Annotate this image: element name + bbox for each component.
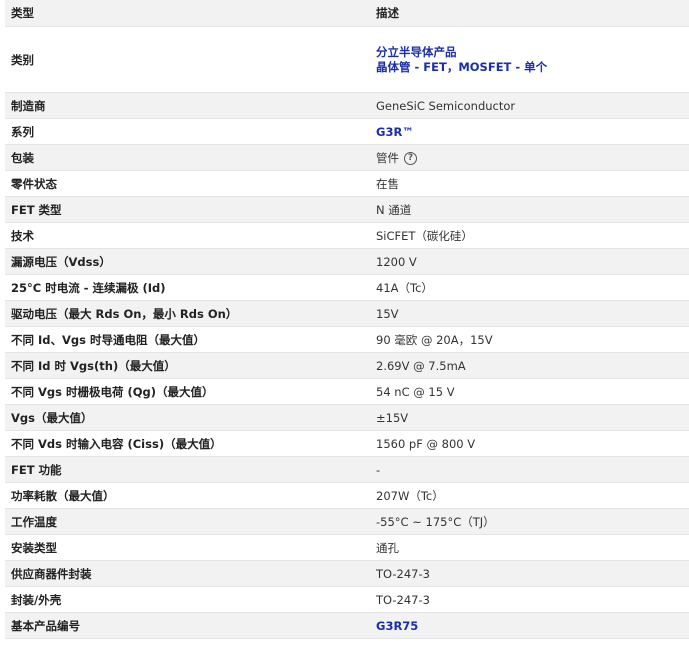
row-label-part-status: 零件状态 [11,176,57,191]
row-label-category: 类别 [11,52,34,67]
table-row: 驱动电压（最大 Rds On，最小 Rds On） 15V [5,301,689,327]
table-row: 功率耗散（最大值） 207W（Tc） [5,483,689,509]
row-label-packaging: 包装 [11,150,34,165]
table-row: 不同 Vgs 时栅极电荷 (Qg)（最大值） 54 nC @ 15 V [5,379,689,405]
row-value-ciss: 1560 pF @ 800 V [376,436,476,451]
row-label-fet-feature: FET 功能 [11,462,62,477]
row-value-drive-voltage: 15V [376,306,399,321]
category-link-discrete[interactable]: 分立半导体产品 [376,45,689,60]
row-label-base-part: 基本产品编号 [11,618,80,633]
row-label-vgs-max: Vgs（最大值） [11,410,93,425]
table-row: Vgs（最大值） ±15V [5,405,689,431]
help-circle-icon[interactable]: ? [404,151,417,165]
table-row: 漏源电压（Vdss） 1200 V [5,249,689,275]
header-type: 类型 [11,6,34,20]
base-part-link[interactable]: G3R75 [371,619,689,633]
row-value-technology: SiCFET（碳化硅） [376,228,473,243]
row-label-drive-voltage: 驱动电压（最大 Rds On，最小 Rds On） [11,306,238,321]
table-row: 系列 G3R™ [5,119,689,145]
row-label-id: 25°C 时电流 - 连续漏极 (Id) [11,280,166,295]
row-value-id: 41A（Tc） [376,280,433,295]
category-link-fet[interactable]: 晶体管 - FET，MOSFET - 单个 [376,60,689,75]
row-label-power: 功率耗散（最大值） [11,488,115,503]
table-row: FET 类型 N 通道 [5,197,689,223]
row-label-manufacturer: 制造商 [11,98,46,113]
packaging-text: 管件 [376,150,399,165]
table-row: 安装类型 通孔 [5,535,689,561]
table-row: 不同 Id 时 Vgs(th)（最大值） 2.69V @ 7.5mA [5,353,689,379]
row-label-temperature: 工作温度 [11,514,57,529]
product-attributes-table: 类型 描述 类别 分立半导体产品 晶体管 - FET，MOSFET - 单个 制… [5,0,689,639]
row-label-package-case: 封装/外壳 [11,592,62,607]
series-link[interactable]: G3R™ [371,125,689,139]
row-label-vdss: 漏源电压（Vdss） [11,254,111,269]
row-value-vdss: 1200 V [376,254,417,269]
row-value-temperature: -55°C ~ 175°C（TJ） [376,514,495,529]
row-label-fet-type: FET 类型 [11,202,62,217]
row-value-mounting: 通孔 [376,540,399,555]
table-row: 制造商 GeneSiC Semiconductor [5,93,689,119]
row-label-mounting: 安装类型 [11,540,57,555]
row-value-manufacturer: GeneSiC Semiconductor [376,98,516,113]
table-row: 供应商器件封装 TO-247-3 [5,561,689,587]
row-label-vgs-th: 不同 Id 时 Vgs(th)（最大值） [11,358,176,373]
table-row: 基本产品编号 G3R75 [5,613,689,639]
header-description: 描述 [376,6,399,20]
table-row: 工作温度 -55°C ~ 175°C（TJ） [5,509,689,535]
table-row: 封装/外壳 TO-247-3 [5,587,689,613]
table-row: 包装 管件? [5,145,689,171]
row-value-rds-on: 90 毫欧 @ 20A，15V [376,332,493,347]
table-row: FET 功能 - [5,457,689,483]
row-label-ciss: 不同 Vds 时输入电容 (Ciss)（最大值） [11,436,222,451]
row-label-rds-on: 不同 Id、Vgs 时导通电阻（最大值） [11,332,205,347]
row-value-part-status: 在售 [376,176,399,191]
row-label-technology: 技术 [11,228,34,243]
row-label-series: 系列 [11,124,34,139]
row-value-fet-feature: - [376,462,381,477]
table-row: 零件状态 在售 [5,171,689,197]
row-value-category: 分立半导体产品 晶体管 - FET，MOSFET - 单个 [371,45,689,75]
table-row: 25°C 时电流 - 连续漏极 (Id) 41A（Tc） [5,275,689,301]
row-value-package-case: TO-247-3 [376,592,430,607]
row-value-supplier-package: TO-247-3 [376,566,430,581]
row-value-fet-type: N 通道 [376,202,412,217]
row-value-gate-charge: 54 nC @ 15 V [376,384,455,399]
table-row: 技术 SiCFET（碳化硅） [5,223,689,249]
row-label-supplier-package: 供应商器件封装 [11,566,92,581]
row-value-vgs-max: ±15V [376,410,409,425]
row-value-power: 207W（Tc） [376,488,444,503]
row-value-packaging: 管件? [371,150,689,166]
table-row: 类别 分立半导体产品 晶体管 - FET，MOSFET - 单个 [5,27,689,93]
table-row: 不同 Id、Vgs 时导通电阻（最大值） 90 毫欧 @ 20A，15V [5,327,689,353]
row-value-vgs-th: 2.69V @ 7.5mA [376,358,466,373]
row-label-gate-charge: 不同 Vgs 时栅极电荷 (Qg)（最大值） [11,384,214,399]
table-header-row: 类型 描述 [5,0,689,27]
table-row: 不同 Vds 时输入电容 (Ciss)（最大值） 1560 pF @ 800 V [5,431,689,457]
